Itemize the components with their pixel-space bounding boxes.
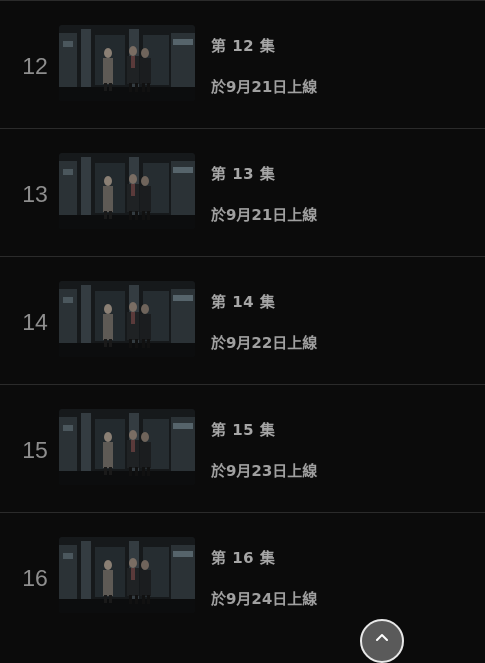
episode-release-date: 於9月24日上線 (211, 590, 318, 608)
episode-row[interactable]: 12 第 12 集 於9月21日上線 (0, 1, 485, 129)
episode-row[interactable]: 14 第 14 集 於9月22日上線 (0, 257, 485, 385)
episode-title[interactable]: 第 16 集 (211, 547, 275, 568)
episode-release-date: 於9月23日上線 (211, 462, 318, 480)
episode-title[interactable]: 第 14 集 (211, 291, 275, 312)
chevron-up-icon (376, 634, 388, 641)
episode-release-date: 於9月21日上線 (211, 78, 318, 96)
episode-row[interactable]: 16 第 16 集 於9月24日上線 (0, 513, 485, 641)
episode-release-date: 於9月22日上線 (211, 334, 318, 352)
episode-thumbnail[interactable] (59, 153, 195, 229)
episode-title[interactable]: 第 12 集 (211, 35, 275, 56)
episode-thumbnail[interactable] (59, 409, 195, 485)
episode-release-date: 於9月21日上線 (211, 206, 318, 224)
episode-row[interactable]: 13 第 13 集 於9月21日上線 (0, 129, 485, 257)
episode-thumbnail[interactable] (59, 281, 195, 357)
episode-title[interactable]: 第 13 集 (211, 163, 275, 184)
episode-title[interactable]: 第 15 集 (211, 419, 275, 440)
episode-thumbnail[interactable] (59, 537, 195, 613)
episode-row[interactable]: 15 第 15 集 於9月23日上線 (0, 385, 485, 513)
episode-thumbnail[interactable] (59, 25, 195, 101)
episode-list: 12 第 12 集 於9月21日上線 13 第 13 集 於9月21日上線 14… (0, 0, 485, 641)
scroll-to-top-button[interactable] (360, 619, 404, 663)
